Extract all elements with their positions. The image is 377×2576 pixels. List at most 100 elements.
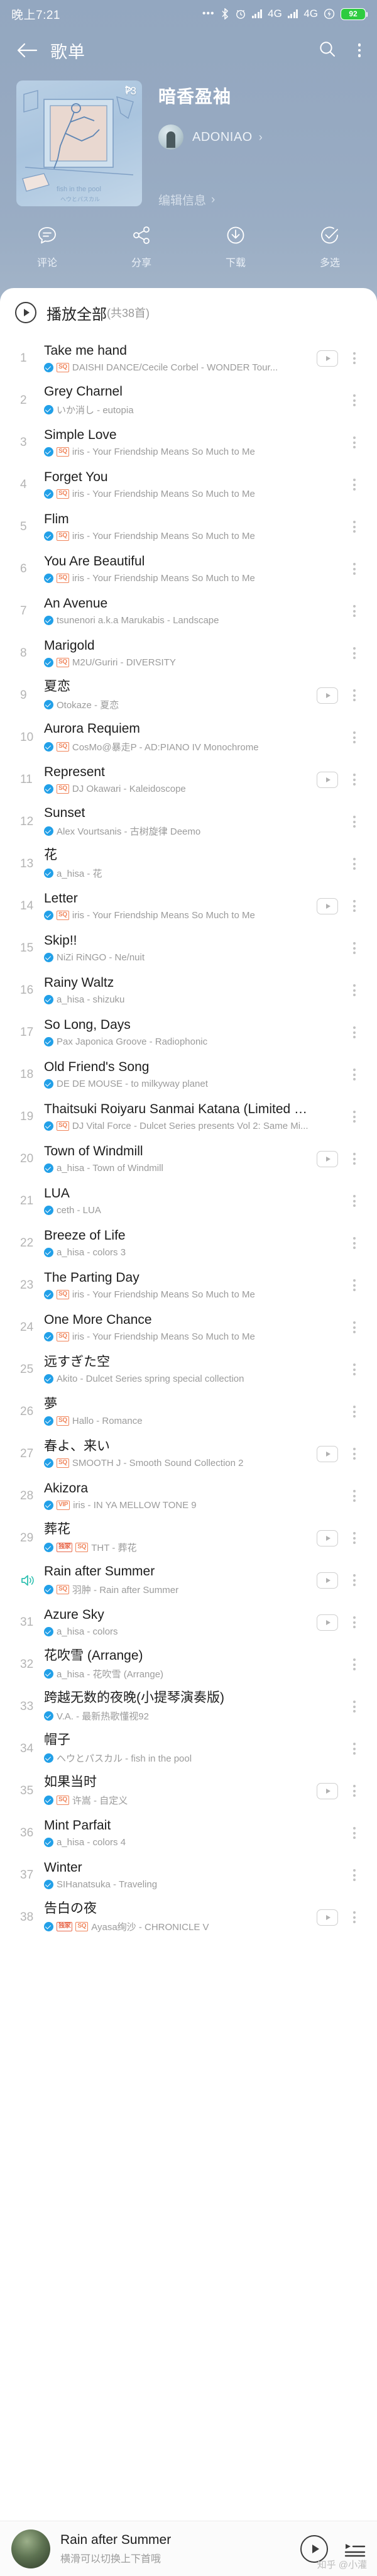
song-row[interactable]: 1 Take me hand SQ DAISHI DANCE/Cecile Corbe… bbox=[0, 337, 377, 379]
song-row[interactable]: 16 Rainy Waltz a_hisa - shizuku bbox=[0, 969, 377, 1011]
song-row[interactable]: 15 Skip!! NiZi RiNGO - Ne/nuit bbox=[0, 927, 377, 969]
mini-player[interactable]: Rain after Summer 横滑可以切换上下首哦 知乎 @小灌 bbox=[0, 2521, 377, 2576]
song-overflow-menu-icon[interactable] bbox=[347, 816, 362, 828]
edit-info-link[interactable]: 编辑信息 › bbox=[158, 191, 361, 208]
multi-select-button[interactable]: 多选 bbox=[283, 225, 377, 269]
song-overflow-menu-icon[interactable] bbox=[347, 352, 362, 364]
song-overflow-menu-icon[interactable] bbox=[347, 731, 362, 743]
song-row[interactable]: 22 Breeze of Life a_hisa - colors 3 bbox=[0, 1222, 377, 1264]
song-overflow-menu-icon[interactable] bbox=[347, 1785, 362, 1797]
mv-play-button[interactable] bbox=[317, 1572, 338, 1589]
song-overflow-menu-icon[interactable] bbox=[347, 1321, 362, 1333]
mv-play-button[interactable] bbox=[317, 1782, 338, 1799]
song-overflow-menu-icon[interactable] bbox=[347, 1743, 362, 1755]
song-row[interactable]: 14 Letter SQ iris - Your Friendship Means S… bbox=[0, 885, 377, 927]
song-overflow-menu-icon[interactable] bbox=[347, 436, 362, 448]
mini-player-playlist-icon[interactable] bbox=[344, 2541, 366, 2557]
download-button[interactable]: 下载 bbox=[188, 225, 283, 269]
song-overflow-menu-icon[interactable] bbox=[347, 1448, 362, 1460]
song-row[interactable]: 13 花 a_hisa - 花 bbox=[0, 843, 377, 885]
song-row[interactable]: 38 告白の夜 独家 SQ Ayasa绚沙 - CHRONICLE V bbox=[0, 1896, 377, 1938]
song-overflow-menu-icon[interactable] bbox=[347, 1153, 362, 1165]
song-row[interactable]: 28 Akizora VIP iris - IN YA MELLOW TONE 9 bbox=[0, 1475, 377, 1517]
mv-play-button[interactable] bbox=[317, 1150, 338, 1167]
search-icon[interactable] bbox=[318, 40, 337, 62]
mv-play-button[interactable] bbox=[317, 897, 338, 914]
song-row[interactable]: 2 Grey Charnel いか消し - eutopia bbox=[0, 379, 377, 421]
song-row[interactable]: 18 Old Friend's Song DE DE MOUSE - to milk… bbox=[0, 1053, 377, 1096]
song-overflow-menu-icon[interactable] bbox=[347, 774, 362, 786]
song-row[interactable]: 21 LUA ceth - LUA bbox=[0, 1180, 377, 1222]
song-row[interactable]: 4 Forget You SQ iris - Your Friendship Mean… bbox=[0, 464, 377, 506]
mv-play-button[interactable] bbox=[317, 1530, 338, 1546]
song-row[interactable]: 20 Town of Windmill a_hisa - Town of Windm… bbox=[0, 1138, 377, 1180]
song-row[interactable]: 19 Thaitsuki Roiyaru Sanmai Katana (Limit… bbox=[0, 1096, 377, 1138]
song-overflow-menu-icon[interactable] bbox=[347, 521, 362, 533]
song-overflow-menu-icon[interactable] bbox=[347, 1026, 362, 1038]
song-overflow-menu-icon[interactable] bbox=[347, 1237, 362, 1249]
song-row[interactable]: 3 Simple Love SQ iris - Your Friendship Mea… bbox=[0, 421, 377, 464]
song-overflow-menu-icon[interactable] bbox=[347, 900, 362, 912]
song-row[interactable]: 12 Sunset Alex Vourtsanis - 古树旋律 Deemo bbox=[0, 801, 377, 843]
song-overflow-menu-icon[interactable] bbox=[347, 563, 362, 575]
song-row[interactable]: 31 Azure Sky a_hisa - colors bbox=[0, 1601, 377, 1643]
mv-play-button[interactable] bbox=[317, 687, 338, 704]
song-overflow-menu-icon[interactable] bbox=[347, 984, 362, 996]
song-overflow-menu-icon[interactable] bbox=[347, 1279, 362, 1291]
song-row[interactable]: 32 花吹雪 (Arrange) a_hisa - 花吹雪 (Arrange) bbox=[0, 1643, 377, 1685]
song-overflow-menu-icon[interactable] bbox=[347, 1574, 362, 1586]
song-row[interactable]: 35 如果当时 SQ 许嵩 - 自定义 bbox=[0, 1770, 377, 1812]
song-row[interactable]: 9 夏恋 Otokaze - 夏恋 bbox=[0, 674, 377, 716]
song-row[interactable]: 29 葬花 独家 SQ THT - 葬花 bbox=[0, 1517, 377, 1559]
song-row[interactable]: 34 帽子 ヘウとパスカル - fish in the pool bbox=[0, 1728, 377, 1770]
song-overflow-menu-icon[interactable] bbox=[347, 394, 362, 406]
song-overflow-menu-icon[interactable] bbox=[347, 647, 362, 659]
song-row[interactable]: 7 An Avenue tsunenori a.k.a Marukabis - La… bbox=[0, 590, 377, 632]
play-all-button[interactable]: 播放全部 (共38首) bbox=[0, 288, 377, 337]
mv-play-button[interactable] bbox=[317, 771, 338, 788]
song-overflow-menu-icon[interactable] bbox=[347, 942, 362, 954]
song-row[interactable]: 6 You Are Beautiful SQ iris - Your Friendsh… bbox=[0, 548, 377, 590]
song-row[interactable]: 23 The Parting Day SQ iris - Your Friendshi… bbox=[0, 1264, 377, 1306]
song-overflow-menu-icon[interactable] bbox=[347, 689, 362, 701]
song-row[interactable]: 10 Aurora Requiem SQ CosMo@暴走P - AD:PIANO I… bbox=[0, 716, 377, 758]
mv-play-button[interactable] bbox=[317, 1445, 338, 1462]
song-overflow-menu-icon[interactable] bbox=[347, 479, 362, 491]
song-row[interactable]: 11 Represent SQ DJ Okawari - Kaleidoscope bbox=[0, 758, 377, 801]
song-overflow-menu-icon[interactable] bbox=[347, 1111, 362, 1123]
playlist-cover[interactable]: fish in the pool ヘウとパスカル 73 bbox=[16, 80, 142, 206]
song-overflow-menu-icon[interactable] bbox=[347, 1869, 362, 1881]
back-arrow-icon[interactable] bbox=[16, 38, 41, 63]
song-overflow-menu-icon[interactable] bbox=[347, 1658, 362, 1670]
song-overflow-menu-icon[interactable] bbox=[347, 1827, 362, 1839]
mv-play-button[interactable] bbox=[317, 350, 338, 367]
song-row[interactable]: Rain after Summer SQ 羽肿 - Rain after Summe… bbox=[0, 1559, 377, 1601]
song-row[interactable]: 37 Winter SIHanatsuka - Traveling bbox=[0, 1854, 377, 1896]
song-row[interactable]: 17 So Long, Days Pax Japonica Groove - Rad… bbox=[0, 1011, 377, 1053]
song-row[interactable]: 8 Marigold SQ M2U/Guriri - DIVERSITY bbox=[0, 632, 377, 674]
mv-play-button[interactable] bbox=[317, 1909, 338, 1926]
song-overflow-menu-icon[interactable] bbox=[347, 1363, 362, 1375]
song-row[interactable]: 26 夢 SQ Hallo - Romance bbox=[0, 1391, 377, 1433]
song-overflow-menu-icon[interactable] bbox=[347, 1701, 362, 1713]
song-row[interactable]: 27 春よ、来い SQ SMOOTH J - Smooth Sound Collect… bbox=[0, 1433, 377, 1475]
song-row[interactable]: 5 Flim SQ iris - Your Friendship Means So M… bbox=[0, 506, 377, 548]
overflow-menu-icon[interactable] bbox=[358, 43, 361, 57]
song-row[interactable]: 33 跨越无数的夜晚(小提琴演奏版) V.A. - 最新热歌懂视92 bbox=[0, 1685, 377, 1728]
song-row[interactable]: 24 One More Chance SQ iris - Your Friendshi… bbox=[0, 1306, 377, 1348]
playlist-owner[interactable]: ADONIAO › bbox=[158, 125, 361, 150]
song-overflow-menu-icon[interactable] bbox=[347, 1532, 362, 1544]
song-overflow-menu-icon[interactable] bbox=[347, 1406, 362, 1418]
song-row[interactable]: 25 远すぎた空 Akito - Dulcet Series spring spec… bbox=[0, 1348, 377, 1391]
song-overflow-menu-icon[interactable] bbox=[347, 605, 362, 617]
song-overflow-menu-icon[interactable] bbox=[347, 1911, 362, 1923]
share-button[interactable]: 分享 bbox=[94, 225, 188, 269]
song-overflow-menu-icon[interactable] bbox=[347, 1195, 362, 1207]
song-overflow-menu-icon[interactable] bbox=[347, 1616, 362, 1628]
song-overflow-menu-icon[interactable] bbox=[347, 1069, 362, 1080]
comment-button[interactable]: 评论 bbox=[0, 225, 94, 269]
song-overflow-menu-icon[interactable] bbox=[347, 858, 362, 870]
mv-play-button[interactable] bbox=[317, 1614, 338, 1631]
song-row[interactable]: 36 Mint Parfait a_hisa - colors 4 bbox=[0, 1812, 377, 1854]
song-overflow-menu-icon[interactable] bbox=[347, 1490, 362, 1502]
